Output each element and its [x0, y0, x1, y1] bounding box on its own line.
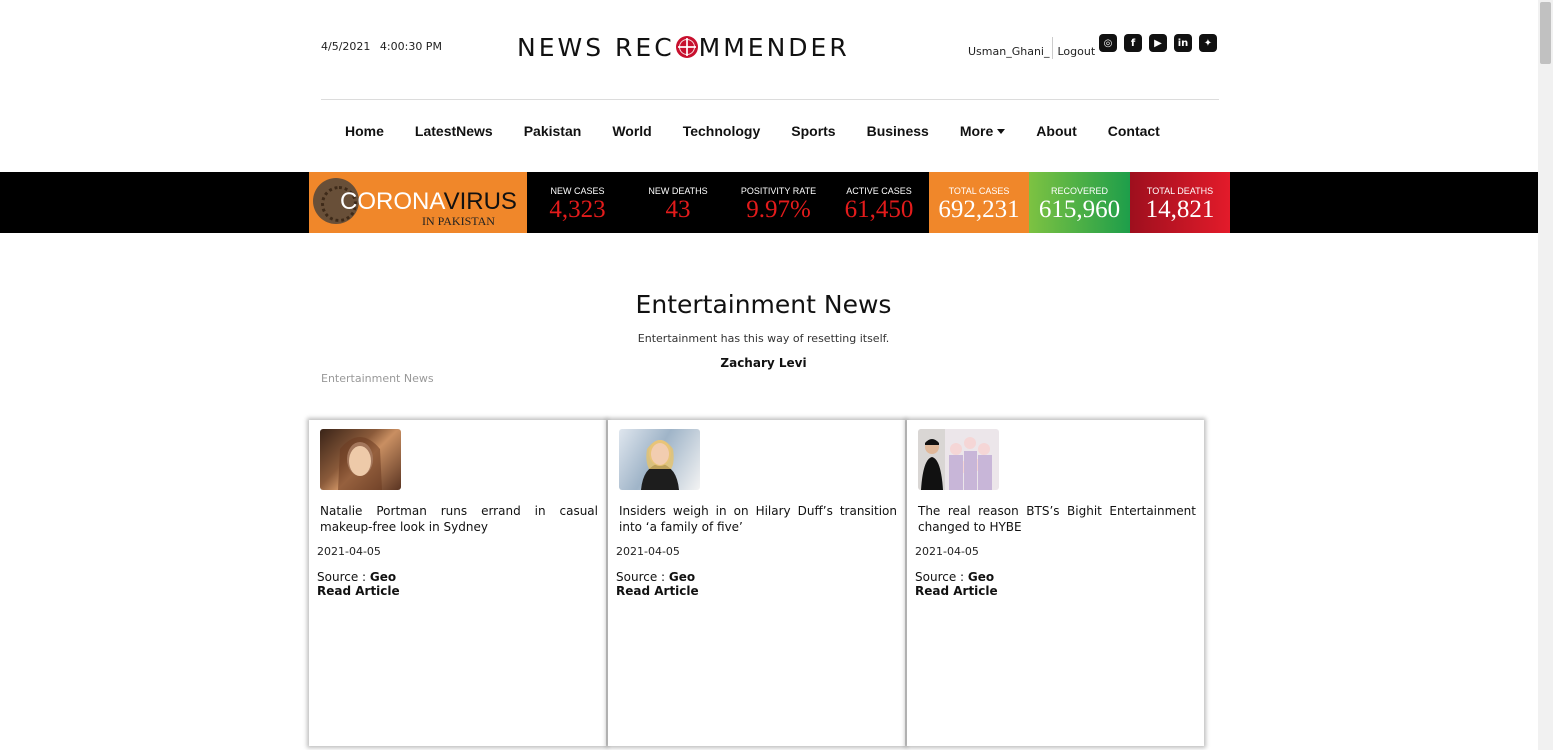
globe-icon — [675, 36, 698, 58]
article-title[interactable]: The real reason BTS’s Bighit Entertainme… — [918, 503, 1196, 535]
nav-about[interactable]: About — [1036, 123, 1076, 139]
news-card[interactable]: The real reason BTS’s Bighit Entertainme… — [907, 420, 1204, 746]
article-date: 2021-04-05 — [915, 545, 979, 558]
news-card[interactable]: Insiders weigh in on Hilary Duff’s trans… — [608, 420, 905, 746]
news-card[interactable]: Natalie Portman runs errand in casual ma… — [309, 420, 606, 746]
article-thumbnail[interactable] — [619, 429, 700, 490]
article-source: Source : Geo — [317, 570, 397, 584]
article-title[interactable]: Insiders weigh in on Hilary Duff’s trans… — [619, 503, 897, 535]
twitter-icon[interactable]: ✦ — [1199, 34, 1217, 52]
vertical-scrollbar[interactable] — [1538, 0, 1553, 750]
nav-more-label: More — [959, 123, 994, 139]
nav-pakistan[interactable]: Pakistan — [524, 123, 582, 139]
divider — [1052, 37, 1054, 59]
stat-total-deaths: TOTAL DEATHS 14,821 — [1130, 172, 1230, 233]
page: 4/5/2021 4:00:30 PM NEWS REC MMENDER Usma… — [0, 0, 1538, 750]
nav-technology[interactable]: Technology — [683, 123, 761, 139]
coronavirus-subtitle: IN PAKISTAN — [422, 214, 495, 228]
stat-new-deaths: NEW DEATHS 43 — [648, 186, 708, 223]
read-article-link[interactable]: Read Article — [616, 584, 699, 598]
stat-new-cases: NEW CASES 4,323 — [549, 186, 606, 223]
nav-latestnews[interactable]: LatestNews — [415, 123, 493, 139]
article-source: Source : Geo — [616, 570, 696, 584]
stat-recovered: RECOVERED 615,960 — [1029, 172, 1130, 233]
linkedin-icon[interactable]: in — [1174, 34, 1192, 52]
article-thumbnail[interactable] — [320, 429, 401, 490]
nav-sports[interactable]: Sports — [791, 123, 835, 139]
stat-positivity-rate: POSITIVITY RATE 9.97% — [740, 186, 817, 223]
current-time: 4:00:30 PM — [379, 40, 442, 53]
read-article-link[interactable]: Read Article — [915, 584, 998, 598]
date-time: 4/5/2021 4:00:30 PM — [321, 40, 442, 53]
stat-total-cases: TOTAL CASES 692,231 — [929, 172, 1029, 233]
main-nav: Home LatestNews Pakistan World Technolog… — [345, 123, 1191, 139]
section-title: Entertainment News — [635, 290, 892, 319]
youtube-icon[interactable]: ▶ — [1149, 34, 1167, 52]
instagram-icon[interactable]: ◎ — [1099, 34, 1117, 52]
article-title[interactable]: Natalie Portman runs errand in casual ma… — [320, 503, 598, 535]
nav-more-dropdown[interactable]: More — [959, 123, 1006, 139]
breadcrumb: Entertainment News — [321, 372, 434, 385]
article-date: 2021-04-05 — [317, 545, 381, 558]
stat-active-cases: ACTIVE CASES 61,450 — [844, 186, 914, 223]
username[interactable]: Usman_Ghani_ — [968, 45, 1049, 58]
logout-link[interactable]: Logout — [1057, 45, 1095, 58]
nav-world[interactable]: World — [612, 123, 651, 139]
article-date: 2021-04-05 — [616, 545, 680, 558]
scrollbar-thumb[interactable] — [1540, 2, 1551, 64]
nav-home[interactable]: Home — [345, 123, 384, 139]
nav-contact[interactable]: Contact — [1108, 123, 1160, 139]
quote-author: Zachary Levi — [720, 356, 807, 370]
nav-business[interactable]: Business — [867, 123, 929, 139]
section-quote: Entertainment has this way of resetting … — [637, 332, 890, 345]
read-article-link[interactable]: Read Article — [317, 584, 400, 598]
social-links: ◎ f ▶ in ✦ — [1099, 34, 1217, 52]
logo-text-left: NEWS REC — [517, 33, 675, 62]
site-logo[interactable]: NEWS REC MMENDER — [517, 33, 850, 62]
facebook-icon[interactable]: f — [1124, 34, 1142, 52]
user-area: Usman_Ghani_ Logout — [968, 37, 1095, 63]
chevron-down-icon — [997, 129, 1006, 134]
logo-text-right: MMENDER — [698, 33, 850, 62]
current-date: 4/5/2021 — [321, 40, 371, 53]
coronavirus-title: CORONAVIRUS — [340, 188, 517, 215]
article-source: Source : Geo — [915, 570, 995, 584]
coronavirus-brand: CORONAVIRUS IN PAKISTAN — [309, 172, 527, 233]
header-divider — [321, 99, 1219, 100]
article-thumbnail[interactable] — [918, 429, 999, 490]
